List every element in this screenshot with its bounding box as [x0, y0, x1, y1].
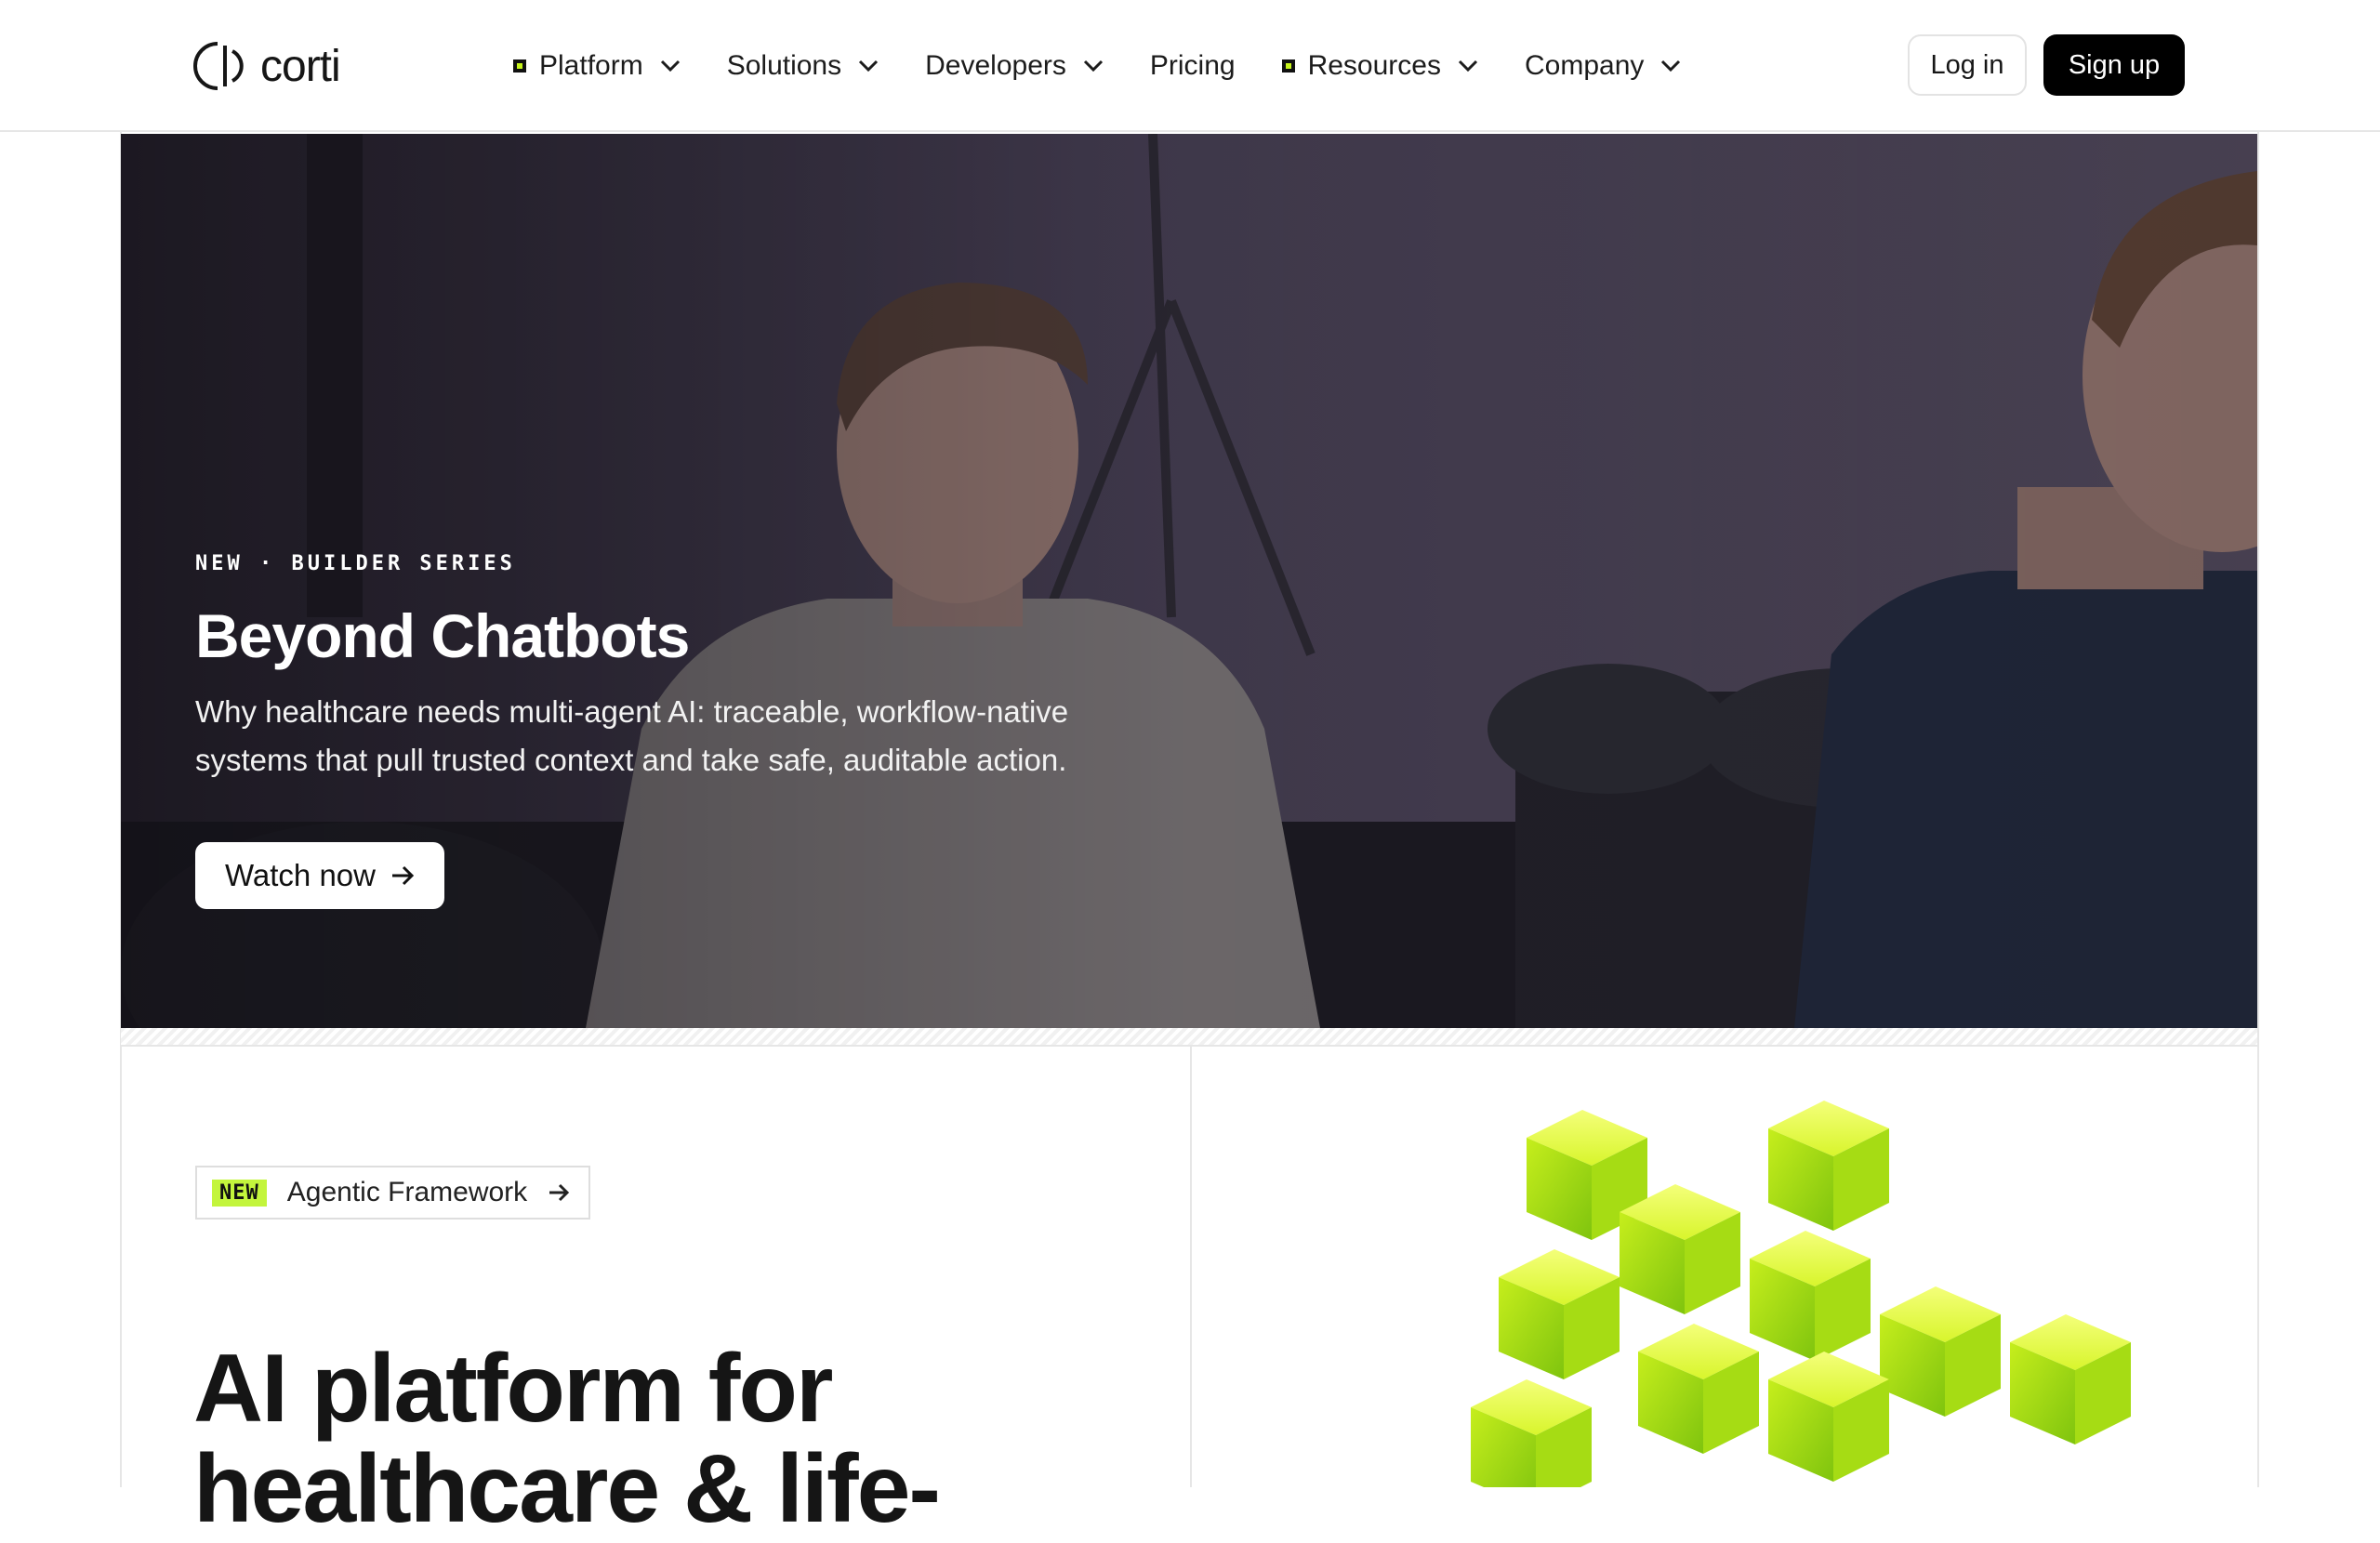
chevron-down-icon — [660, 59, 680, 73]
main-nav: Platform Solutions Developers Pricing Re… — [513, 37, 1727, 95]
nav-item-label: Platform — [539, 50, 643, 81]
hero-eyebrow: NEW · BUILDER SERIES — [195, 552, 516, 575]
nav-item-label: Developers — [925, 50, 1066, 81]
nav-item-label: Solutions — [726, 50, 842, 81]
arrow-right-icon — [549, 1183, 570, 1202]
chevron-down-icon — [1458, 59, 1478, 73]
nav-item-platform[interactable]: Platform — [513, 50, 681, 82]
site-header: corti Platform Solutions Developers Pric… — [0, 0, 2380, 132]
login-button[interactable]: Log in — [1908, 34, 2027, 96]
corti-logo-icon — [193, 42, 244, 90]
nav-item-label: Company — [1524, 50, 1645, 81]
nav-item-label: Pricing — [1149, 50, 1236, 81]
chevron-down-icon — [1661, 59, 1681, 73]
hero-description: Why healthcare needs multi-agent AI: tra… — [195, 694, 1069, 777]
nav-marker-icon — [1281, 59, 1295, 73]
nav-marker-icon — [513, 59, 526, 73]
nav-item-solutions[interactable]: Solutions — [727, 50, 879, 82]
watch-now-label: Watch now — [224, 858, 376, 892]
cube-illustration — [1192, 1045, 2257, 1487]
section-divider-stripe — [121, 1028, 2257, 1047]
main-heading: AI platform for healthcare & life- — [193, 1334, 941, 1543]
nav-item-label: Resources — [1307, 50, 1441, 81]
agentic-framework-link[interactable]: NEW Agentic Framework — [195, 1166, 591, 1220]
arrow-right-icon — [392, 865, 415, 886]
new-badge: NEW — [212, 1179, 267, 1207]
nav-item-resources[interactable]: Resources — [1281, 50, 1478, 82]
signup-button[interactable]: Sign up — [2043, 34, 2185, 96]
corti-logo[interactable]: corti — [193, 37, 341, 95]
chevron-down-icon — [859, 59, 879, 73]
logo-text: corti — [260, 41, 341, 91]
watch-now-button[interactable]: Watch now — [195, 842, 444, 909]
hero-title: Beyond Chatbots — [195, 601, 690, 670]
chevron-down-icon — [1083, 59, 1103, 73]
green-cubes-image — [1471, 1101, 2131, 1487]
agentic-framework-label: Agentic Framework — [286, 1177, 528, 1207]
frame-line-right — [2257, 0, 2259, 1487]
hero-banner: NEW · BUILDER SERIES Beyond Chatbots Why… — [121, 134, 2257, 1028]
nav-item-company[interactable]: Company — [1525, 50, 1681, 82]
nav-item-developers[interactable]: Developers — [925, 50, 1104, 82]
nav-item-pricing[interactable]: Pricing — [1150, 50, 1236, 82]
